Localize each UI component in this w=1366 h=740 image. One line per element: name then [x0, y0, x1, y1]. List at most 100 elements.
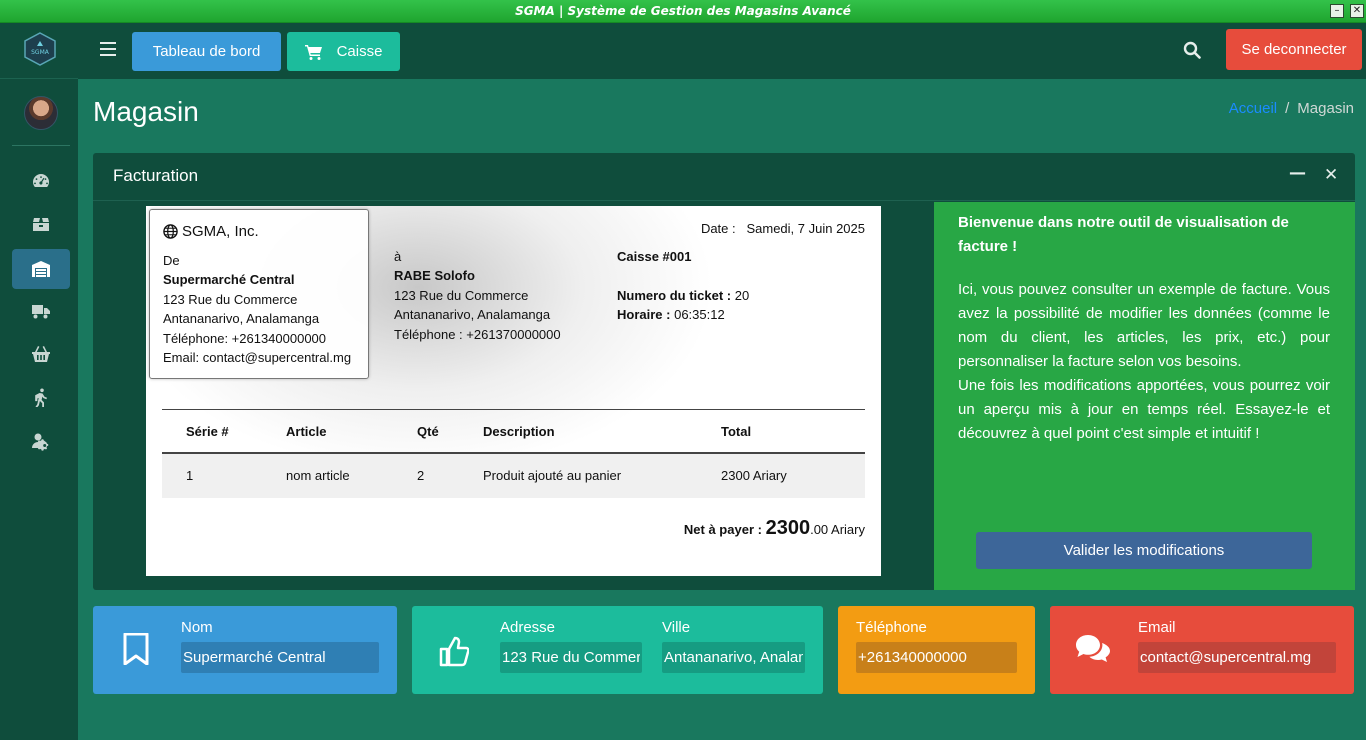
sidebar-divider [12, 145, 70, 146]
info-text-2: Une fois les modifications apportées, vo… [958, 377, 1330, 442]
bookmark-icon [123, 632, 149, 670]
invoice-table: Série # Article Qté Description Total 1 … [162, 409, 865, 498]
sidebar-item-users[interactable] [12, 421, 70, 461]
info-title: Bienvenue dans notre outil de visualisat… [958, 214, 1289, 255]
info-panel: Bienvenue dans notre outil de visualisat… [934, 202, 1355, 590]
ticket-label: Numero du ticket : [617, 288, 732, 303]
telephone-label: Téléphone [856, 619, 927, 636]
window-titlebar: SGMA | Système de Gestion des Magasins A… [0, 0, 1366, 23]
nom-input[interactable] [181, 642, 379, 673]
column-header: Total [721, 424, 752, 439]
breadcrumb-home-link[interactable]: Accueil [1229, 100, 1277, 117]
sidebar-item-magasin[interactable] [12, 249, 70, 289]
ticket-number: Numero du ticket : 20 [617, 288, 749, 303]
card-title: Facturation [113, 166, 199, 185]
top-navbar: Tableau de bord Caisse Se deconnecter [78, 23, 1366, 79]
ville-label: Ville [662, 619, 691, 636]
sidebar-item-panier[interactable] [12, 334, 70, 374]
page-title: Magasin [93, 96, 199, 127]
comments-icon [1075, 634, 1111, 669]
table-cell: 2300 Ariary [721, 468, 787, 483]
column-header: Description [483, 424, 555, 439]
info-text: Ici, vous pouvez consulter un exemple de… [958, 278, 1330, 446]
globe-icon [163, 224, 178, 239]
minimize-window-button[interactable]: – [1330, 4, 1344, 18]
to-label: à [394, 249, 402, 264]
to-address: 123 Rue du Commerce [394, 288, 529, 303]
caisse-button[interactable]: Caisse [287, 32, 400, 71]
table-cell: 2 [417, 468, 425, 483]
breadcrumb: Accueil / Magasin [1229, 100, 1354, 117]
invoice-date: Date : Samedi, 7 Juin 2025 [701, 221, 865, 236]
invoice-from-box: SGMA, Inc. De Supermarché Central 123 Ru… [149, 209, 369, 379]
speedometer-icon [33, 174, 49, 187]
invoice-table-header: Série # Article Qté Description Total [162, 409, 865, 454]
horaire-label: Horaire : [617, 307, 671, 322]
adresse-box: Adresse Ville [412, 606, 823, 694]
to-city: Antananarivo, Analamanga [394, 307, 551, 322]
table-cell: nom article [286, 468, 350, 483]
validate-button[interactable]: Valider les modifications [976, 532, 1312, 569]
ville-input[interactable] [662, 642, 805, 673]
to-phone: Téléphone : +261370000000 [394, 327, 561, 342]
adresse-label: Adresse [500, 619, 556, 636]
thumbs-up-icon [439, 635, 470, 672]
adresse-input[interactable] [500, 642, 642, 673]
email-box: Email [1050, 606, 1354, 694]
nom-label: Nom [181, 619, 213, 636]
close-window-button[interactable]: ✕ [1350, 4, 1364, 18]
sidebar-item-dashboard[interactable] [12, 161, 70, 201]
horaire: Horaire : 06:35:12 [617, 307, 725, 322]
warehouse-icon [32, 261, 50, 277]
invoice-preview: SGMA, Inc. De Supermarché Central 123 Ru… [146, 206, 881, 576]
net-label: Net à payer : [683, 522, 762, 537]
close-card-icon[interactable]: ✕ [1324, 165, 1338, 185]
telephone-box: Téléphone [838, 606, 1035, 694]
collapse-card-icon[interactable]: — [1289, 163, 1306, 183]
truck-icon [32, 305, 50, 319]
telephone-input[interactable] [856, 642, 1017, 673]
date-value: Samedi, 7 Juin 2025 [746, 221, 865, 236]
column-header: Article [286, 424, 327, 439]
breadcrumb-separator: / [1285, 100, 1290, 117]
caisse-label: Caisse [336, 43, 383, 60]
nom-box: Nom [93, 606, 397, 694]
table-row: 1 nom article 2 Produit ajouté au panier… [162, 454, 865, 498]
brand-logo[interactable]: SGMA [24, 32, 56, 66]
search-icon[interactable] [1183, 41, 1201, 59]
net-amount-int: 2300 [765, 517, 811, 539]
to-name: RABE Solofo [394, 268, 475, 283]
brand-logo-text: SGMA [31, 49, 50, 56]
net-total: Net à payer : 2300.00 Ariary [684, 517, 865, 540]
date-label: Date : [700, 221, 736, 236]
from-city: Antananarivo, Analamanga [163, 311, 320, 326]
email-input[interactable] [1138, 642, 1336, 673]
window-title: SGMA | Système de Gestion des Magasins A… [515, 4, 851, 18]
sidebar-item-activity[interactable] [12, 377, 70, 417]
dashboard-button[interactable]: Tableau de bord [132, 32, 281, 71]
from-phone: Téléphone: +261340000000 [163, 331, 327, 346]
invoice-company: SGMA, Inc. [163, 223, 259, 240]
table-cell: 1 [186, 468, 194, 483]
info-text-1: Ici, vous pouvez consulter un exemple de… [958, 281, 1330, 370]
card-header: Facturation — ✕ [93, 153, 1355, 201]
sidebar-item-livraison[interactable] [12, 291, 70, 331]
basket-icon [32, 346, 50, 362]
email-label: Email [1138, 619, 1176, 636]
from-email: Email: contact@supercentral.mg [163, 350, 352, 365]
net-amount-dec: .00 Ariary [810, 522, 865, 537]
sidebar-item-products[interactable] [12, 204, 70, 244]
brand[interactable]: SGMA [0, 23, 78, 79]
caisse-number: Caisse #001 [617, 249, 692, 264]
breadcrumb-current: Magasin [1297, 100, 1354, 117]
avatar[interactable] [24, 96, 58, 130]
sidebar: SGMA [0, 23, 78, 740]
from-name: Supermarché Central [163, 272, 295, 287]
from-label: De [163, 253, 180, 268]
box-icon [33, 218, 49, 231]
user-gear-icon [32, 433, 49, 451]
from-address: 123 Rue du Commerce [163, 292, 298, 307]
ticket-value: 20 [734, 288, 750, 303]
logout-button[interactable]: Se deconnecter [1226, 29, 1362, 70]
menu-toggle-icon[interactable] [100, 42, 116, 56]
